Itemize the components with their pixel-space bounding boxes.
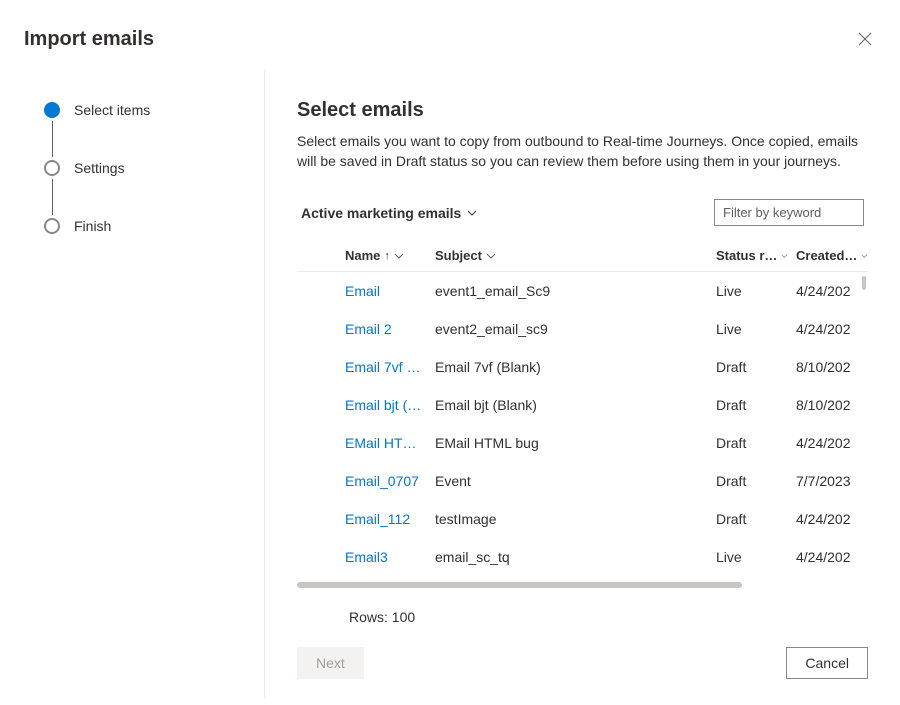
table-body: Emailevent1_email_Sc9Live4/24/202Email 2… [297,272,868,576]
row-created: 7/7/2023 [796,473,868,489]
row-name-link[interactable]: Email bjt (… [345,397,435,413]
chevron-down-icon [486,253,496,259]
row-subject: Email bjt (Blank) [435,397,716,413]
row-name-link[interactable]: Email 2 [345,321,435,337]
row-created: 4/24/202 [796,511,868,527]
table-row[interactable]: Email 7vf …Email 7vf (Blank)Draft8/10/20… [297,348,868,386]
row-status: Live [716,321,796,337]
row-subject: Event [435,473,716,489]
step-connector [52,179,53,215]
rows-count: Rows: 100 [297,595,868,625]
row-name-link[interactable]: EMail HT… [345,435,435,451]
sort-ascending-icon: ↑ [384,250,390,262]
row-subject: Email 7vf (Blank) [435,359,716,375]
view-selector[interactable]: Active marketing emails [301,205,477,221]
cancel-button[interactable]: Cancel [786,647,868,679]
step-label: Select items [74,102,150,118]
step-indicator-inactive [44,218,60,234]
close-icon [858,32,872,46]
row-created: 4/24/202 [796,549,868,565]
row-subject: event1_email_Sc9 [435,283,716,299]
row-status: Live [716,549,796,565]
column-label: Name [345,248,380,263]
table-controls: Active marketing emails [297,199,868,240]
column-label: Status r… [716,248,777,263]
row-name-link[interactable]: Email_112 [345,511,435,527]
row-subject: email_sc_tq [435,549,716,565]
chevron-down-icon [861,253,868,259]
dialog-footer: Next Cancel [297,625,868,679]
row-subject: event2_email_sc9 [435,321,716,337]
step-settings[interactable]: Settings [44,157,244,179]
row-created: 4/24/202 [796,283,868,299]
filter-input[interactable] [714,199,864,226]
row-created: 4/24/202 [796,321,868,337]
view-selector-label: Active marketing emails [301,205,461,221]
table-row[interactable]: EMail HT…EMail HTML bugDraft4/24/202 [297,424,868,462]
row-created: 8/10/202 [796,359,868,375]
page-description: Select emails you want to copy from outb… [297,132,868,171]
table-wrapper: Name ↑ Subject Status r… Created… Email [297,240,868,595]
step-select-items[interactable]: Select items [44,99,244,121]
vertical-scrollbar-thumb[interactable] [862,276,866,290]
chevron-down-icon [467,210,477,216]
step-connector [52,121,53,157]
table-row[interactable]: Email3email_sc_tqLive4/24/202 [297,538,868,576]
table-row[interactable]: Email 2event2_email_sc9Live4/24/202 [297,310,868,348]
row-created: 8/10/202 [796,397,868,413]
step-label: Finish [74,218,111,234]
row-name-link[interactable]: Email 7vf … [345,359,435,375]
main-panel: Select emails Select emails you want to … [265,69,900,699]
row-created: 4/24/202 [796,435,868,451]
column-header-subject[interactable]: Subject [435,248,716,263]
horizontal-scrollbar-thumb[interactable] [297,582,742,588]
close-button[interactable] [854,28,876,53]
row-status: Draft [716,473,796,489]
step-indicator-active [44,102,60,118]
vertical-scrollbar[interactable] [860,276,866,567]
step-indicator-inactive [44,160,60,176]
row-status: Draft [716,359,796,375]
column-label: Created… [796,248,857,263]
row-status: Draft [716,511,796,527]
wizard-sidebar: Select items Settings Finish [0,69,265,699]
horizontal-scrollbar[interactable] [297,582,868,590]
step-list: Select items Settings Finish [44,99,244,237]
column-header-created[interactable]: Created… [796,248,868,263]
column-header-checkbox[interactable] [297,248,345,263]
next-button[interactable]: Next [297,647,364,679]
table-row[interactable]: Emailevent1_email_Sc9Live4/24/202 [297,272,868,310]
row-name-link[interactable]: Email [345,283,435,299]
column-header-name[interactable]: Name ↑ [345,248,435,263]
page-heading: Select emails [297,99,868,122]
table-row[interactable]: Email_0707EventDraft7/7/2023 [297,462,868,500]
chevron-down-icon [394,253,404,259]
row-name-link[interactable]: Email_0707 [345,473,435,489]
row-status: Draft [716,397,796,413]
chevron-down-icon [781,253,788,259]
dialog-title: Import emails [24,28,154,51]
column-header-status[interactable]: Status r… [716,248,796,263]
step-label: Settings [74,160,125,176]
row-subject: EMail HTML bug [435,435,716,451]
row-name-link[interactable]: Email3 [345,549,435,565]
table-header: Name ↑ Subject Status r… Created… [297,240,868,272]
step-finish[interactable]: Finish [44,215,244,237]
column-label: Subject [435,248,482,263]
row-status: Draft [716,435,796,451]
table-row[interactable]: Email bjt (…Email bjt (Blank)Draft8/10/2… [297,386,868,424]
row-subject: testImage [435,511,716,527]
table-row[interactable]: Email_112testImageDraft4/24/202 [297,500,868,538]
row-status: Live [716,283,796,299]
dialog-header: Import emails [0,0,900,69]
